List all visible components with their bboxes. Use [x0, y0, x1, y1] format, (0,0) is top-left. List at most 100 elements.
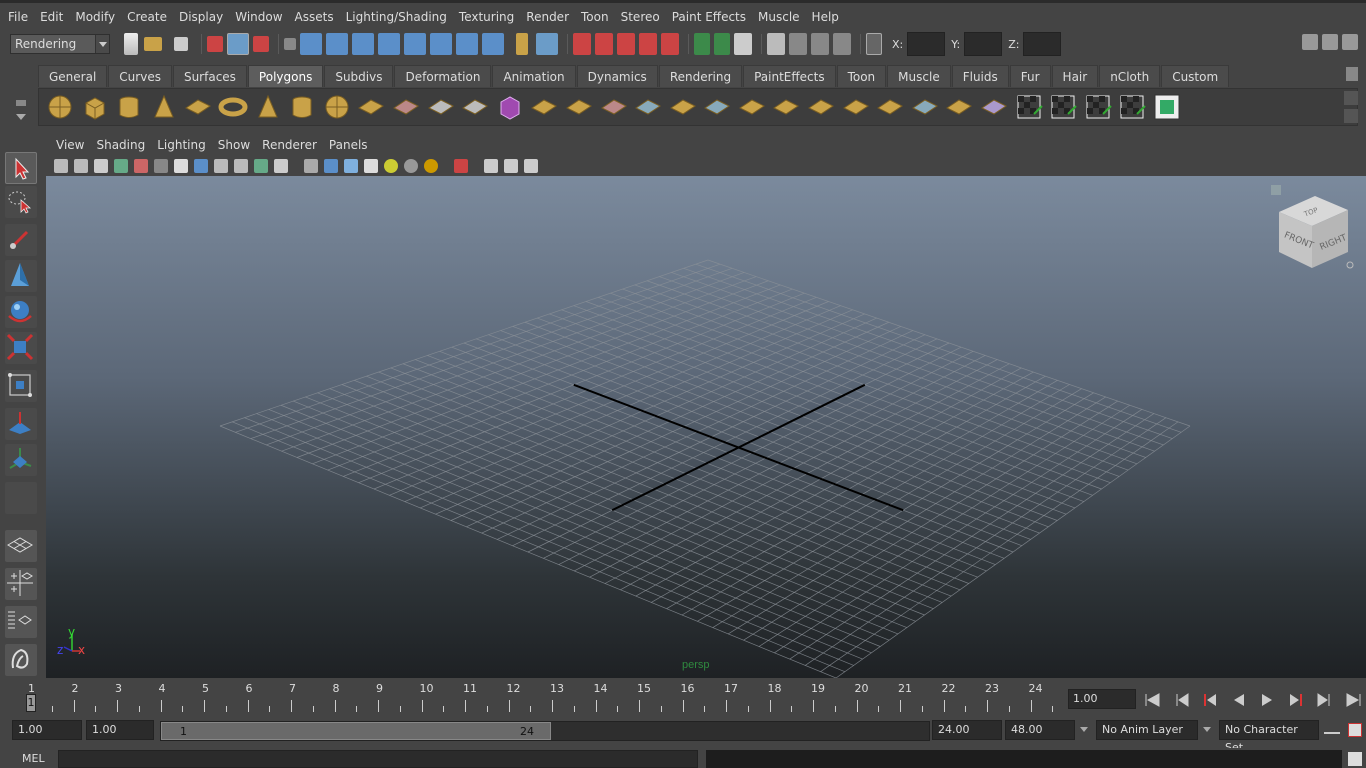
select-joints-icon[interactable] [326, 33, 348, 55]
menu-edit[interactable]: Edit [34, 4, 69, 30]
bookmarks-icon[interactable] [94, 158, 108, 173]
view-cube[interactable]: TOP FRONT RIGHT [1271, 185, 1354, 269]
xray-joints-icon[interactable] [524, 158, 538, 173]
menu-muscle[interactable]: Muscle [752, 4, 806, 30]
panel-menu-panels[interactable]: Panels [323, 138, 374, 152]
range-slider-track[interactable]: 1 24 [160, 721, 930, 741]
select-by-hierarchy-icon[interactable] [207, 36, 223, 52]
menu-create[interactable]: Create [121, 4, 173, 30]
new-scene-icon[interactable] [124, 33, 138, 55]
shelf-tab-polygons[interactable]: Polygons [247, 65, 324, 87]
wireframe-icon[interactable] [304, 158, 318, 173]
menu-file[interactable]: File [2, 4, 34, 30]
gate-mask-icon[interactable] [214, 158, 228, 173]
shelf-tab-hair[interactable]: Hair [1051, 65, 1099, 87]
image-plane-icon[interactable] [114, 158, 128, 173]
construction-history-icon[interactable] [734, 33, 752, 55]
xray-icon[interactable] [484, 158, 498, 173]
menu-paint-effects[interactable]: Paint Effects [666, 4, 752, 30]
grid-toggle-icon[interactable] [154, 158, 168, 173]
show-manipulator-tool-icon[interactable] [5, 444, 37, 476]
perspective-viewport[interactable]: persp y x z TOP FRONT RIGHT [46, 176, 1366, 678]
attribute-editor-toggle-icon[interactable] [1302, 34, 1318, 50]
input-connections-icon[interactable] [694, 33, 710, 55]
poly-soccer-ball-icon[interactable] [322, 92, 352, 122]
auto-key-icon[interactable] [1324, 726, 1340, 734]
highlight-selection-icon[interactable] [536, 33, 558, 55]
poly-cube-icon[interactable] [80, 92, 110, 122]
shelf-tab-custom[interactable]: Custom [1161, 65, 1230, 87]
automatic-mapping-icon[interactable] [1117, 92, 1147, 122]
append-polygon-icon[interactable] [599, 92, 629, 122]
poly-cylinder-icon[interactable] [114, 92, 144, 122]
home-icon[interactable] [1271, 185, 1281, 195]
play-backwards-icon[interactable] [1228, 691, 1250, 709]
menu-window[interactable]: Window [229, 4, 288, 30]
select-surfaces-icon[interactable] [378, 33, 400, 55]
scale-tool-icon[interactable] [5, 332, 37, 364]
spherical-mapping-icon[interactable] [1083, 92, 1113, 122]
snap-to-view-planes-icon[interactable] [639, 33, 657, 55]
go-to-end-icon[interactable] [1342, 691, 1364, 709]
wireframe-on-shaded-icon[interactable] [344, 158, 358, 173]
render-settings-icon[interactable] [833, 33, 851, 55]
shadows-icon[interactable] [404, 158, 418, 173]
character-set-dropdown[interactable]: No Character Set [1219, 720, 1319, 754]
split-polygon-icon[interactable] [633, 92, 663, 122]
render-view-icon[interactable] [767, 33, 785, 55]
shelf-tab-dynamics[interactable]: Dynamics [576, 65, 658, 87]
shelf-tab-muscle[interactable]: Muscle [887, 65, 951, 87]
textured-icon[interactable] [364, 158, 378, 173]
viewport-canvas[interactable]: persp y x z TOP FRONT RIGHT [46, 176, 1366, 678]
duplicate-face-icon[interactable] [910, 92, 940, 122]
wedge-face-icon[interactable] [702, 92, 732, 122]
end-time-field[interactable]: 48.00 [1005, 720, 1075, 740]
shelf-tab-painteffects[interactable]: PaintEffects [743, 65, 836, 87]
start-time-field[interactable]: 1.00 [12, 720, 82, 740]
select-by-component-type-icon[interactable] [253, 36, 269, 52]
separate-icon[interactable] [426, 92, 456, 122]
ambient-occlusion-icon[interactable] [424, 158, 438, 173]
shelf-tab-fluids[interactable]: Fluids [951, 65, 1009, 87]
poly-pipe-icon[interactable] [287, 92, 317, 122]
open-scene-icon[interactable] [144, 37, 162, 51]
step-back-frame-icon[interactable] [1171, 691, 1193, 709]
menu-toon[interactable]: Toon [575, 4, 615, 30]
combine-icon[interactable] [391, 92, 421, 122]
panel-menu-lighting[interactable]: Lighting [151, 138, 212, 152]
delete-edge-icon[interactable] [841, 92, 871, 122]
snap-to-curves-icon[interactable] [595, 33, 613, 55]
select-tool-icon[interactable] [5, 152, 37, 184]
playback-start-field[interactable]: 1.00 [86, 720, 154, 740]
cylindrical-mapping-icon[interactable] [1048, 92, 1078, 122]
current-frame-field[interactable]: 1.00 [1068, 689, 1136, 709]
universal-manipulator-icon[interactable] [5, 370, 37, 402]
select-misc-icon[interactable] [482, 33, 504, 55]
menu-stereo[interactable]: Stereo [615, 4, 666, 30]
resolution-gate-icon[interactable] [194, 158, 208, 173]
insert-edge-loop-icon[interactable] [668, 92, 698, 122]
go-to-start-icon[interactable] [1142, 691, 1164, 709]
playback-end-field[interactable]: 24.00 [932, 720, 1002, 740]
step-forward-frame-icon[interactable] [1313, 691, 1335, 709]
menu-texturing[interactable]: Texturing [453, 4, 520, 30]
xray-active-components-icon[interactable] [504, 158, 518, 173]
camera-attributes-icon[interactable] [74, 158, 88, 173]
current-time-marker[interactable]: 1 [26, 694, 36, 712]
shelf-tab-surfaces[interactable]: Surfaces [172, 65, 247, 87]
channel-box-toggle-icon[interactable] [1342, 34, 1358, 50]
select-handles-icon[interactable] [300, 33, 322, 55]
mel-input[interactable] [58, 750, 698, 768]
select-dynamics-icon[interactable] [430, 33, 452, 55]
four-view-layout-icon[interactable] [5, 568, 37, 600]
panel-menu-show[interactable]: Show [212, 138, 256, 152]
make-live-icon[interactable] [661, 33, 679, 55]
select-camera-icon[interactable] [54, 158, 68, 173]
output-connections-icon[interactable] [714, 33, 730, 55]
shelf-tab-animation[interactable]: Animation [492, 65, 576, 87]
shelf-tab-rendering[interactable]: Rendering [658, 65, 743, 87]
last-used-tool-icon[interactable] [5, 482, 37, 514]
move-tool-icon[interactable] [5, 260, 37, 292]
poly-sphere-icon[interactable] [45, 92, 75, 122]
chevron-down-icon[interactable] [1080, 727, 1088, 736]
